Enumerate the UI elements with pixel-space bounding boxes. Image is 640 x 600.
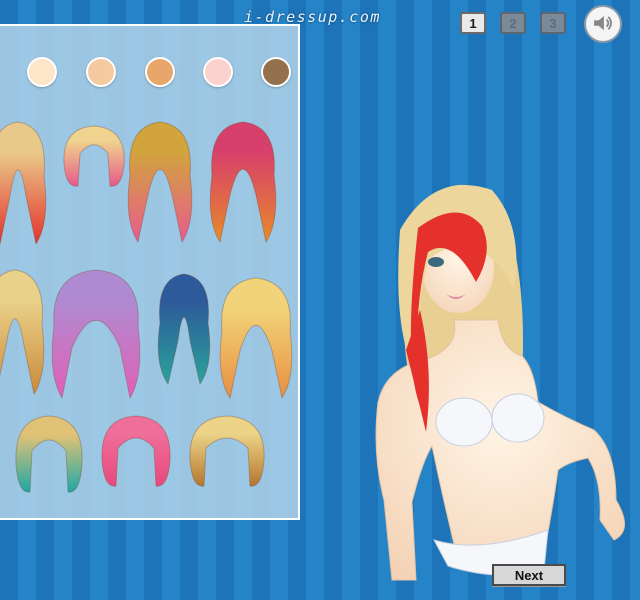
- skin-tone-swatch[interactable]: [261, 57, 291, 87]
- hair-option[interactable]: [96, 412, 176, 492]
- page-2-button[interactable]: 2: [500, 12, 526, 34]
- hair-option[interactable]: [184, 412, 270, 492]
- page-1-button[interactable]: 1: [460, 12, 486, 34]
- hair-option[interactable]: [0, 266, 48, 398]
- hair-option[interactable]: [58, 122, 130, 192]
- page-3-button[interactable]: 3: [540, 12, 566, 34]
- hair-option[interactable]: [154, 270, 214, 388]
- hair-option[interactable]: [124, 118, 196, 246]
- speaker-icon: [594, 15, 612, 31]
- hair-option[interactable]: [0, 118, 50, 248]
- next-button[interactable]: Next: [492, 564, 566, 586]
- selection-panel: [0, 24, 300, 520]
- hair-option[interactable]: [10, 412, 88, 498]
- hair-option[interactable]: [48, 266, 144, 402]
- skin-tone-swatch[interactable]: [203, 57, 233, 87]
- sound-toggle-button[interactable]: [584, 5, 622, 43]
- hair-option[interactable]: [216, 274, 296, 402]
- skin-tone-swatch[interactable]: [145, 57, 175, 87]
- page-selector: 1 2 3: [460, 12, 572, 38]
- skin-tone-swatch[interactable]: [27, 57, 57, 87]
- hair-option[interactable]: [206, 118, 280, 246]
- doll-model: [375, 184, 625, 581]
- skin-tone-swatch[interactable]: [86, 57, 116, 87]
